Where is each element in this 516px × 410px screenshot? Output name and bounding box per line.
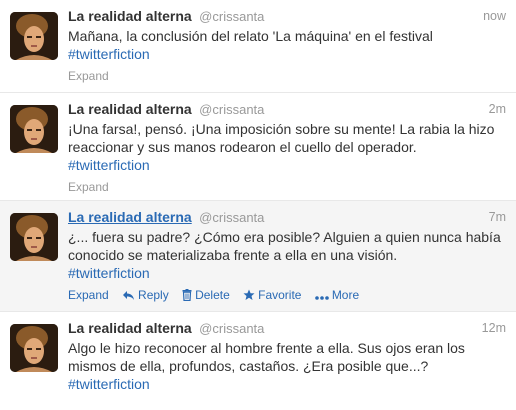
tweet-actions: Expand Reply Delete Favorite More xyxy=(68,288,506,302)
avatar[interactable] xyxy=(10,12,58,60)
tweet-item[interactable]: La realidad alterna @crissanta 7m ¿... f… xyxy=(0,201,516,312)
tweet-timestamp[interactable]: 7m xyxy=(489,210,506,224)
tweet-actions: Expand xyxy=(68,180,506,194)
favorite-button[interactable]: Favorite xyxy=(243,288,305,302)
tweet-text: Mañana, la conclusión del relato 'La máq… xyxy=(68,27,506,63)
tweet-text: Algo le hizo reconocer al hombre frente … xyxy=(68,339,506,393)
more-dots-icon xyxy=(315,296,329,300)
tweet-body: ¿... fuera su padre? ¿Cómo era posible? … xyxy=(68,229,501,263)
reply-button[interactable]: Reply xyxy=(122,288,172,302)
tweet-actions: Expand xyxy=(68,69,506,83)
tweet-author-name[interactable]: La realidad alterna xyxy=(68,8,192,24)
avatar[interactable] xyxy=(10,324,58,372)
tweet-timestamp[interactable]: 2m xyxy=(489,102,506,116)
tweet-body: ¡Una farsa!, pensó. ¡Una imposición sobr… xyxy=(68,121,495,155)
tweet-username[interactable]: @crissanta xyxy=(199,321,264,336)
tweet-username[interactable]: @crissanta xyxy=(199,210,264,225)
delete-label: Delete xyxy=(195,288,230,302)
more-button[interactable]: More xyxy=(315,288,359,302)
avatar[interactable] xyxy=(10,105,58,153)
tweet-item[interactable]: La realidad alterna @crissanta 12m Algo … xyxy=(0,312,516,410)
tweet-author-name[interactable]: La realidad alterna xyxy=(68,209,192,225)
favorite-label: Favorite xyxy=(258,288,302,302)
expand-link[interactable]: Expand xyxy=(68,288,109,302)
tweet-author-name[interactable]: La realidad alterna xyxy=(68,101,192,117)
tweet-timestamp[interactable]: now xyxy=(483,9,506,23)
tweet-username[interactable]: @crissanta xyxy=(199,102,264,117)
tweet-body: Mañana, la conclusión del relato 'La máq… xyxy=(68,28,433,44)
star-icon xyxy=(243,289,255,300)
more-label: More xyxy=(331,288,360,302)
reply-icon xyxy=(123,291,135,300)
hashtag-link[interactable]: #twitterfiction xyxy=(68,376,150,392)
tweet-timestamp[interactable]: 12m xyxy=(482,321,506,335)
tweet-item[interactable]: La realidad alterna @crissanta 2m ¡Una f… xyxy=(0,93,516,201)
expand-link[interactable]: Expand xyxy=(68,180,109,194)
tweet-text: ¿... fuera su padre? ¿Cómo era posible? … xyxy=(68,228,506,282)
tweet-author-name[interactable]: La realidad alterna xyxy=(68,320,192,336)
tweet-item[interactable]: La realidad alterna @crissanta now Mañan… xyxy=(0,0,516,93)
tweet-text: ¡Una farsa!, pensó. ¡Una imposición sobr… xyxy=(68,120,506,174)
tweet-username[interactable]: @crissanta xyxy=(199,9,264,24)
hashtag-link[interactable]: #twitterfiction xyxy=(68,46,150,62)
avatar[interactable] xyxy=(10,213,58,261)
trash-icon xyxy=(182,289,192,301)
hashtag-link[interactable]: #twitterfiction xyxy=(68,265,150,281)
expand-link[interactable]: Expand xyxy=(68,69,109,83)
reply-label: Reply xyxy=(138,288,169,302)
tweet-body: Algo le hizo reconocer al hombre frente … xyxy=(68,340,465,374)
hashtag-link[interactable]: #twitterfiction xyxy=(68,157,150,173)
delete-button[interactable]: Delete xyxy=(182,288,233,302)
